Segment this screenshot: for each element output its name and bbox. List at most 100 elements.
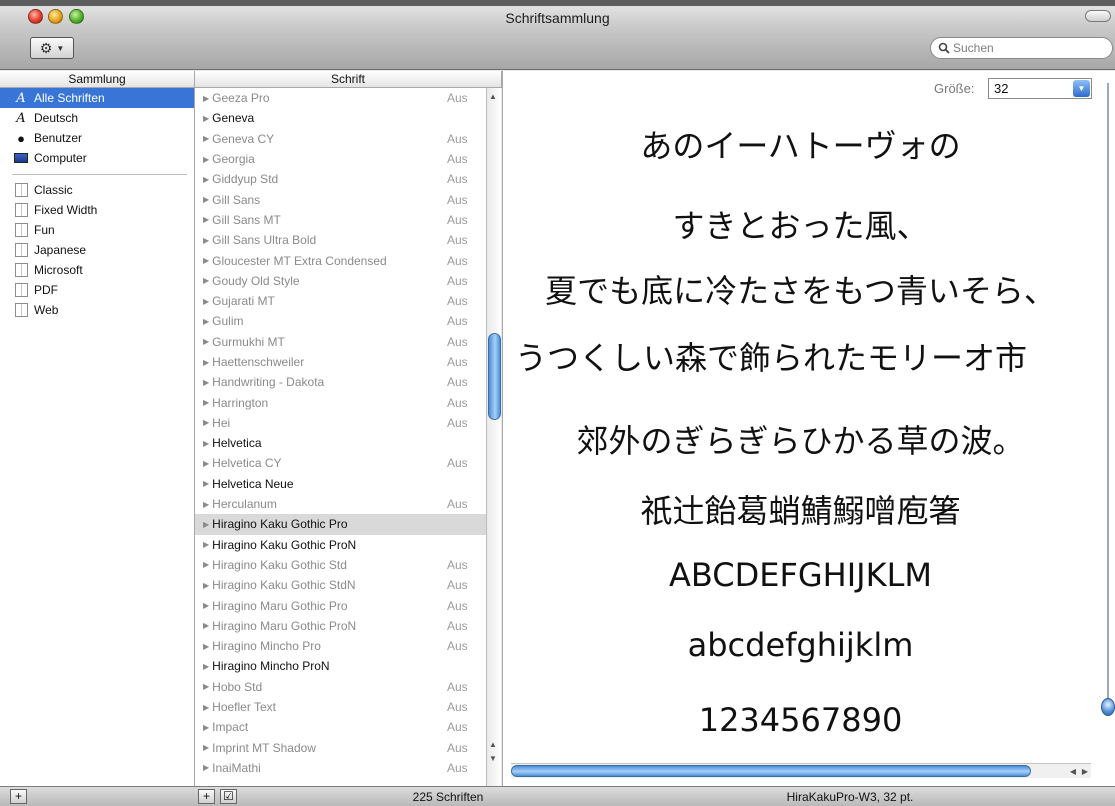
disclosure-triangle-icon[interactable]: ▶ [203, 520, 209, 529]
disclosure-triangle-icon[interactable]: ▶ [203, 682, 209, 691]
font-row[interactable]: ▶ Helvetica Neue [195, 474, 487, 494]
scroll-left-icon[interactable]: ◀ [1070, 767, 1076, 776]
collection-item-classic[interactable]: Classic [0, 180, 194, 200]
font-row[interactable]: ▶ Gurmukhi MT Aus [195, 332, 487, 352]
scroll-up-arrow-icon[interactable]: ▲ [489, 740, 497, 749]
disclosure-triangle-icon[interactable]: ▶ [203, 175, 209, 184]
font-row[interactable]: ▶ Hiragino Maru Gothic ProN Aus [195, 616, 487, 636]
enable-font-checkbox[interactable]: ☑ [220, 789, 237, 804]
disclosure-triangle-icon[interactable]: ▶ [203, 398, 209, 407]
font-row[interactable]: ▶ Haettenschweiler Aus [195, 352, 487, 372]
font-row[interactable]: ▶ Helvetica [195, 433, 487, 453]
add-collection-button[interactable]: + [10, 789, 27, 804]
disclosure-triangle-icon[interactable]: ▶ [203, 195, 209, 204]
collection-item-japanese[interactable]: Japanese [0, 240, 194, 260]
font-row[interactable]: ▶ Imprint MT Shadow Aus [195, 738, 487, 758]
font-row[interactable]: ▶ Hiragino Kaku Gothic Pro [195, 514, 487, 535]
collection-item-pdf[interactable]: PDF [0, 280, 194, 300]
disclosure-triangle-icon[interactable]: ▶ [203, 236, 209, 245]
preview-horizontal-scrollbar[interactable]: ◀ ▶ [511, 763, 1091, 778]
disclosure-triangle-icon[interactable]: ▶ [203, 560, 209, 569]
sidebar-item-alle-schriften[interactable]: A Alle Schriften [0, 88, 194, 108]
font-row[interactable]: ▶ Gill Sans Ultra Bold Aus [195, 230, 487, 250]
sidebar-item-deutsch[interactable]: A Deutsch [0, 108, 194, 128]
disclosure-triangle-icon[interactable]: ▶ [203, 439, 209, 448]
disclosure-triangle-icon[interactable]: ▶ [203, 358, 209, 367]
font-row[interactable]: ▶ Harrington Aus [195, 392, 487, 412]
font-row[interactable]: ▶ Impact Aus [195, 717, 487, 737]
preview-horizontal-thumb[interactable] [511, 765, 1031, 777]
font-row[interactable]: ▶ Hiragino Kaku Gothic StdN Aus [195, 575, 487, 595]
font-row[interactable]: ▶ Goudy Old Style Aus [195, 271, 487, 291]
disclosure-triangle-icon[interactable]: ▶ [203, 540, 209, 549]
font-row[interactable]: ▶ Giddyup Std Aus [195, 169, 487, 189]
disclosure-triangle-icon[interactable]: ▶ [203, 418, 209, 427]
disclosure-triangle-icon[interactable]: ▶ [203, 134, 209, 143]
scroll-down-arrow-icon[interactable]: ▼ [489, 754, 497, 763]
search-field[interactable] [930, 37, 1113, 59]
size-value[interactable]: 32 [994, 81, 1008, 96]
disclosure-triangle-icon[interactable]: ▶ [203, 642, 209, 651]
disclosure-triangle-icon[interactable]: ▶ [203, 581, 209, 590]
font-row[interactable]: ▶ Geeza Pro Aus [195, 88, 487, 108]
disclosure-triangle-icon[interactable]: ▶ [203, 621, 209, 630]
disclosure-triangle-icon[interactable]: ▶ [203, 337, 209, 346]
collection-column-header[interactable]: Sammlung [0, 71, 195, 88]
font-row[interactable]: ▶ InaiMathi Aus [195, 758, 487, 778]
disclosure-triangle-icon[interactable]: ▶ [203, 317, 209, 326]
size-combobox[interactable]: 32 ▼ [988, 78, 1092, 99]
font-column-header[interactable]: Schrift [195, 71, 502, 88]
disclosure-triangle-icon[interactable]: ▶ [203, 500, 209, 509]
size-slider-knob[interactable] [1101, 698, 1115, 716]
disclosure-triangle-icon[interactable]: ▶ [203, 215, 209, 224]
disclosure-triangle-icon[interactable]: ▶ [203, 378, 209, 387]
disclosure-triangle-icon[interactable]: ▶ [203, 743, 209, 752]
disclosure-triangle-icon[interactable]: ▶ [203, 459, 209, 468]
disclosure-triangle-icon[interactable]: ▶ [203, 723, 209, 732]
collection-item-microsoft[interactable]: Microsoft [0, 260, 194, 280]
font-row[interactable]: ▶ Hoefler Text Aus [195, 697, 487, 717]
font-row[interactable]: ▶ Hiragino Kaku Gothic Std Aus [195, 555, 487, 575]
disclosure-triangle-icon[interactable]: ▶ [203, 763, 209, 772]
font-row[interactable]: ▶ Hei Aus [195, 413, 487, 433]
font-row[interactable]: ▶ Hiragino Maru Gothic Pro Aus [195, 595, 487, 615]
font-row[interactable]: ▶ Geneva [195, 108, 487, 128]
add-font-button[interactable]: + [198, 789, 215, 804]
disclosure-triangle-icon[interactable]: ▶ [203, 297, 209, 306]
font-row[interactable]: ▶ Geneva CY Aus [195, 129, 487, 149]
size-slider-track[interactable] [1107, 83, 1109, 713]
font-row[interactable]: ▶ Gujarati MT Aus [195, 291, 487, 311]
font-row[interactable]: ▶ Handwriting - Dakota Aus [195, 372, 487, 392]
collection-item-web[interactable]: Web [0, 300, 194, 320]
disclosure-triangle-icon[interactable]: ▶ [203, 276, 209, 285]
toolbar-toggle-button[interactable] [1085, 10, 1111, 22]
collection-item-fixed-width[interactable]: Fixed Width [0, 200, 194, 220]
font-row[interactable]: ▶ Hiragino Mincho Pro Aus [195, 636, 487, 656]
font-row[interactable]: ▶ Hiragino Mincho ProN [195, 656, 487, 676]
scroll-up-icon[interactable]: ▲ [489, 92, 497, 101]
disclosure-triangle-icon[interactable]: ▶ [203, 114, 209, 123]
font-row[interactable]: ▶ Gill Sans MT Aus [195, 210, 487, 230]
preview-scrollbar[interactable] [1101, 71, 1115, 766]
font-list-scroll-thumb[interactable] [488, 333, 501, 420]
collection-item-fun[interactable]: Fun [0, 220, 194, 240]
disclosure-triangle-icon[interactable]: ▶ [203, 662, 209, 671]
disclosure-triangle-icon[interactable]: ▶ [203, 601, 209, 610]
disclosure-triangle-icon[interactable]: ▶ [203, 703, 209, 712]
font-row[interactable]: ▶ Gloucester MT Extra Condensed Aus [195, 250, 487, 270]
disclosure-triangle-icon[interactable]: ▶ [203, 155, 209, 164]
font-row[interactable]: ▶ Hiragino Kaku Gothic ProN [195, 535, 487, 555]
font-row[interactable]: ▶ Hobo Std Aus [195, 677, 487, 697]
scroll-right-icon[interactable]: ▶ [1082, 767, 1088, 776]
font-row[interactable]: ▶ Gulim Aus [195, 311, 487, 331]
sidebar-item-benutzer[interactable]: ● Benutzer [0, 128, 194, 148]
search-input[interactable] [953, 41, 1103, 55]
font-list-scrollbar[interactable]: ▲ ▲ ▼ [486, 88, 501, 786]
disclosure-triangle-icon[interactable]: ▶ [203, 94, 209, 103]
disclosure-triangle-icon[interactable]: ▶ [203, 256, 209, 265]
disclosure-triangle-icon[interactable]: ▶ [203, 479, 209, 488]
action-menu-button[interactable]: ⚙ ▼ [30, 37, 74, 59]
font-row[interactable]: ▶ Georgia Aus [195, 149, 487, 169]
font-row[interactable]: ▶ Herculanum Aus [195, 494, 487, 514]
chevron-down-icon[interactable]: ▼ [1073, 80, 1090, 97]
